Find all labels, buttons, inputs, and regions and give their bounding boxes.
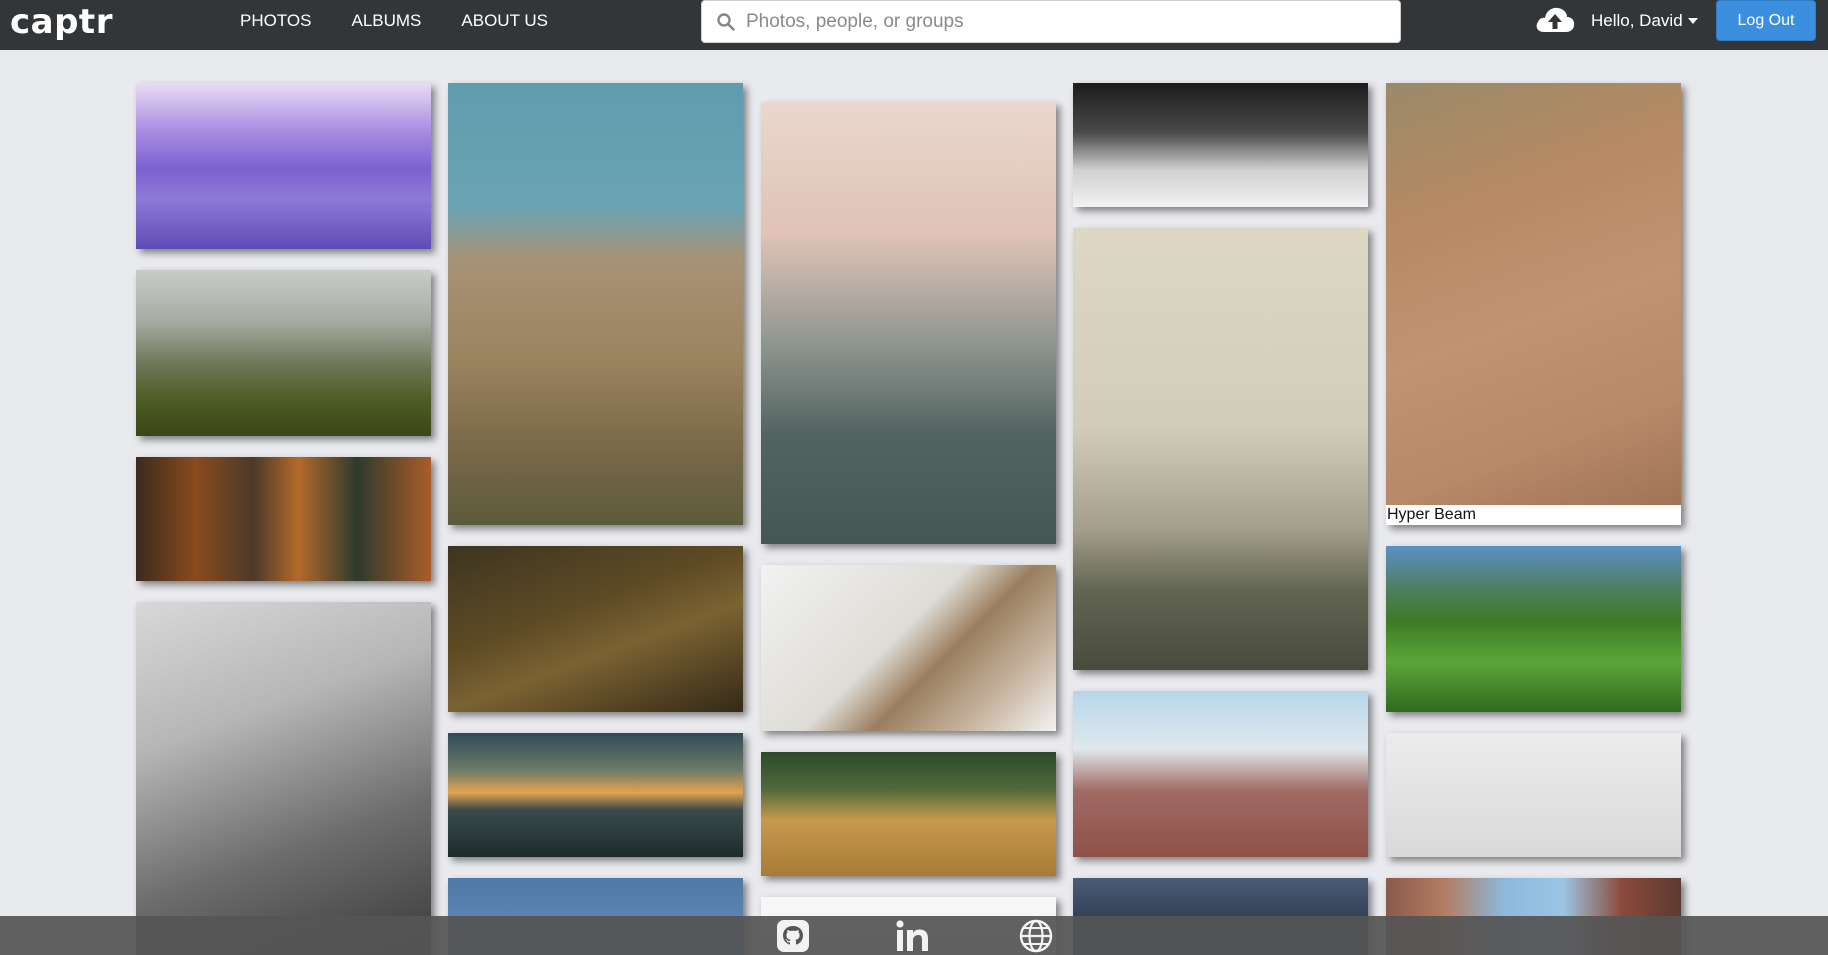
photo-caption: Hyper Beam [1386,505,1681,525]
main-nav: PHOTOS ALBUMS ABOUT US [240,0,588,50]
photo-tile[interactable] [1073,691,1368,857]
photo-tile[interactable] [448,733,743,857]
photo-tile[interactable] [448,83,743,525]
linkedin-icon[interactable] [895,919,931,953]
steel-tower-photo [1073,83,1368,207]
leopard-on-trail-photo [1386,83,1681,505]
user-menu-toggle[interactable]: Hello, David [1591,0,1698,42]
purple-bay-bridge-photo [136,83,431,249]
logout-button[interactable]: Log Out [1716,0,1816,41]
fawn-deer-photo [448,546,743,712]
highway-interchange-aerial-photo [448,83,743,525]
photo-tile[interactable] [136,270,431,436]
mountain-sunset-photo [448,733,743,857]
top-navbar: captr PHOTOS ALBUMS ABOUT US Hello, Davi… [0,0,1828,50]
search-bar [701,0,1401,43]
foggy-meadow-tree-photo [136,270,431,436]
desert-woman-photo [1073,691,1368,857]
photo-gallery: Hyper Beam [0,50,1828,955]
light-grey-photo [1386,733,1681,857]
photo-tile[interactable]: Hyper Beam [1386,83,1681,525]
green-grass-photo [1386,546,1681,712]
globe-icon[interactable] [1018,919,1054,953]
photo-tile[interactable] [136,602,431,955]
photo-tile[interactable] [448,546,743,712]
misty-hill-photo [1073,228,1368,670]
nav-link-about-us[interactable]: ABOUT US [461,0,548,50]
photo-tile[interactable] [1386,546,1681,712]
footer-bar [0,916,1828,955]
github-icon[interactable] [775,919,811,953]
app-logo[interactable]: captr [10,2,113,42]
search-icon [717,12,735,31]
brooklyn-bridge-photo [761,565,1056,731]
golden-wheat-photo [761,752,1056,876]
autumn-leaves-photo [136,457,431,581]
chevron-down-icon [1687,18,1698,24]
photo-tile[interactable] [761,102,1056,544]
wagon-wheel-bw-photo [136,602,431,955]
photo-tile[interactable] [1386,733,1681,857]
photo-tile[interactable] [136,457,431,581]
cloud-upload-icon[interactable] [1533,2,1577,38]
search-input[interactable] [746,10,1366,33]
photo-tile[interactable] [136,83,431,249]
nav-link-albums[interactable]: ALBUMS [351,0,421,50]
photo-tile[interactable] [1073,228,1368,670]
photo-tile[interactable] [761,565,1056,731]
snowy-fir-tree-photo [761,102,1056,544]
nav-link-photos[interactable]: PHOTOS [240,0,311,50]
photo-tile[interactable] [1073,83,1368,207]
user-greeting: Hello, David [1591,11,1683,30]
photo-tile[interactable] [761,752,1056,876]
